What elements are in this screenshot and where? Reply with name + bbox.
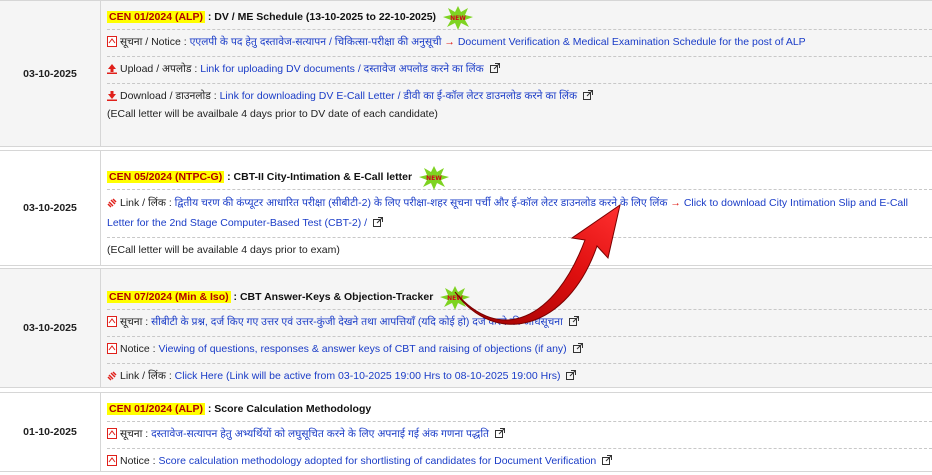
external-link-icon [582,89,593,105]
title-text: : DV / ME Schedule (13-10-2025 to 22-10-… [204,11,437,23]
notice-line-hindi: सूचना : दस्तावेज-सत्यापन हेतु अभ्यर्थियो… [107,421,932,448]
notice-line: सूचना / Notice : एएलपी के पद हेतु दस्ताव… [107,29,932,56]
ecall-note-line: (ECall letter will be available 4 days p… [107,237,932,262]
notice-prefix: सूचना : [120,316,152,328]
download-icon [107,90,117,106]
external-link-icon [572,342,583,358]
pdf-icon [107,455,117,471]
link-icon [107,370,117,386]
row-content: CEN 05/2024 (NTPC-G) : CBT-II City-Intim… [107,151,932,262]
notice-line-english: Notice : Viewing of questions, responses… [107,336,932,363]
notice-link-english[interactable]: Document Verification & Medical Examinat… [458,36,806,48]
row-title: CEN 01/2024 (ALP) : DV / ME Schedule (13… [107,5,932,31]
link-line: Link / लिंक : Click Here (Link will be a… [107,363,932,390]
external-link-icon [566,369,577,385]
external-link-icon [373,215,384,233]
notice-prefix: सूचना : [120,428,152,440]
link-hindi[interactable]: द्वितीय चरण की कंप्यूटर आधारित परीक्षा (… [175,197,668,209]
ecall-note: (ECall letter will be availbale 4 days p… [107,108,438,120]
notice-link-hindi[interactable]: एएलपी के पद हेतु दस्तावेज-सत्यापन / चिकि… [190,36,442,48]
external-link-icon [568,315,579,331]
notice-line-english: Notice : Score calculation methodology a… [107,448,932,475]
row-content: CEN 01/2024 (ALP) : Score Calculation Me… [107,393,932,475]
row-date: 03-10-2025 [0,269,101,387]
link-prefix: Link / लिंक : [120,197,175,209]
row-date: 03-10-2025 [0,1,101,146]
cen-tag: CEN 01/2024 (ALP) [107,403,205,415]
pdf-icon [107,428,117,444]
link-icon [107,196,117,214]
cen-tag: CEN 07/2024 (Min & Iso) [107,291,231,303]
notice-link[interactable]: Viewing of questions, responses & answer… [159,343,567,355]
arrow-right-icon: → [444,36,455,48]
upload-line: Upload / अपलोड : Link for uploading DV d… [107,56,932,83]
arrow-right-icon: → [670,197,681,209]
link-prefix: Link / लिंक : [120,370,175,382]
notice-link[interactable]: दस्तावेज-सत्यापन हेतु अभ्यर्थियों को लघु… [151,428,489,440]
row-content: CEN 07/2024 (Min & Iso) : CBT Answer-Key… [107,269,932,390]
row-content: CEN 01/2024 (ALP) : DV / ME Schedule (13… [107,1,932,126]
pdf-icon [107,343,117,359]
new-badge-icon: NEW [442,6,473,31]
pdf-icon [107,316,117,332]
row-title: CEN 01/2024 (ALP) : Score Calculation Me… [107,397,932,421]
title-text: : CBT-II City-Intimation & E-Call letter [224,171,413,183]
notice-row-4: 01-10-2025 CEN 01/2024 (ALP) : Score Cal… [0,392,932,472]
new-badge-icon: NEW [418,166,449,191]
new-badge-icon: NEW [440,286,471,311]
external-link-icon [602,454,613,470]
svg-text:NEW: NEW [447,295,463,302]
upload-prefix: Upload / अपलोड : [120,63,201,75]
ecall-note: (ECall letter will be available 4 days p… [107,244,340,256]
notice-row-1: 03-10-2025 CEN 01/2024 (ALP) : DV / ME S… [0,0,932,147]
upload-icon [107,63,117,79]
link-line: Link / लिंक : द्वितीय चरण की कंप्यूटर आध… [107,189,932,237]
external-link-icon [494,427,505,443]
external-link-icon [489,62,500,78]
cen-tag: CEN 05/2024 (NTPC-G) [107,171,225,183]
title-text: : CBT Answer-Keys & Objection-Tracker [230,291,434,303]
notice-prefix: सूचना / Notice : [120,36,190,48]
row-date: 01-10-2025 [0,393,101,471]
cen-tag: CEN 01/2024 (ALP) [107,11,205,23]
download-line: Download / डाउनलोड : Link for downloadin… [107,83,932,126]
notice-row-3: 03-10-2025 CEN 07/2024 (Min & Iso) : CBT… [0,268,932,388]
download-prefix: Download / डाउनलोड : [120,90,220,102]
title-text: : Score Calculation Methodology [204,403,372,415]
notice-link[interactable]: Score calculation methodology adopted fo… [159,455,597,467]
notice-row-2: 03-10-2025 CEN 05/2024 (NTPC-G) : CBT-II… [0,150,932,266]
row-date: 03-10-2025 [0,151,101,265]
notice-prefix: Notice : [120,343,159,355]
row-title: CEN 05/2024 (NTPC-G) : CBT-II City-Intim… [107,165,932,191]
download-link[interactable]: Link for downloading DV E-Call Letter / … [220,90,577,102]
notice-prefix: Notice : [120,455,159,467]
row-title: CEN 07/2024 (Min & Iso) : CBT Answer-Key… [107,285,932,311]
upload-link[interactable]: Link for uploading DV documents / दस्ताव… [200,63,483,75]
pdf-icon [107,36,117,52]
svg-text:NEW: NEW [426,175,442,182]
svg-text:NEW: NEW [450,15,466,22]
click-here-link[interactable]: Click Here (Link will be active from 03-… [175,370,561,382]
notice-line-hindi: सूचना : सीबीटी के प्रश्न, दर्ज किए गए उत… [107,309,932,336]
notice-link[interactable]: सीबीटी के प्रश्न, दर्ज किए गए उत्तर एवं … [151,316,563,328]
